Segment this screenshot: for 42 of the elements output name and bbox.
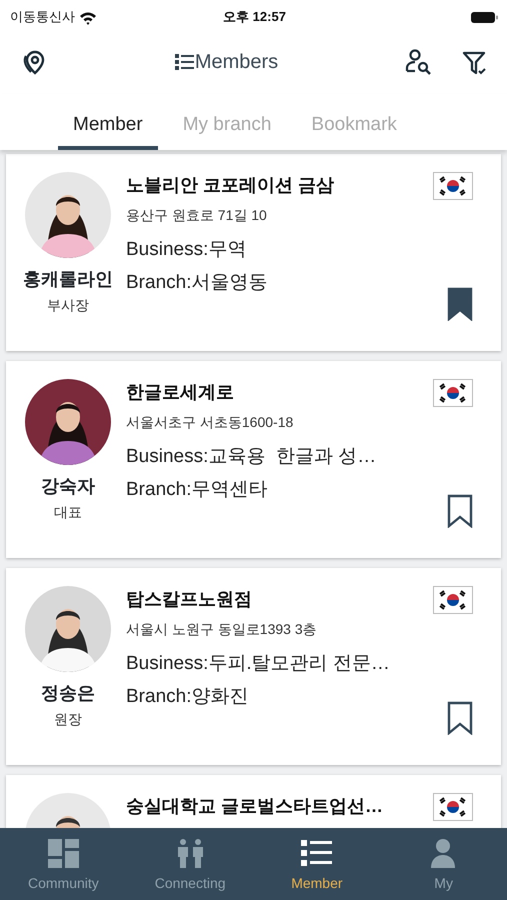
company-name: 노블리안 코포레이션 금삼 (126, 174, 336, 197)
tab[interactable]: My branch (168, 96, 286, 150)
member-position: 대표 (54, 503, 82, 522)
company-name: 숭실대학교 글로벌스타트업선… (126, 795, 384, 818)
list-icon (174, 53, 195, 71)
tab[interactable]: Bookmark (296, 96, 412, 150)
nav-tab[interactable]: Community (0, 828, 127, 900)
business-text: Business:무역 (126, 238, 248, 262)
branch-text: Branch:서울영동 (126, 270, 268, 294)
battery-icon (471, 12, 499, 22)
member-name: 홍캐롤라인 (23, 268, 113, 291)
page-title: Members (194, 50, 278, 75)
flag-icon (433, 172, 473, 200)
branch-text: Branch:양화진 (126, 684, 250, 708)
branch-text: Branch:무역센타 (126, 478, 268, 502)
list-icon (300, 838, 334, 869)
member-name: 정송은 (41, 682, 95, 705)
dashboard-icon (46, 838, 80, 869)
address-text: 서울서초구 서초동1600-18 (126, 413, 294, 432)
address-text: 용산구 원효로 71길 10 (126, 206, 268, 225)
carrier-text: 이동통신사 (10, 8, 75, 26)
bookmark-button[interactable] (447, 287, 473, 321)
bookmark-button[interactable] (447, 494, 473, 528)
filter-icon[interactable] (462, 50, 487, 74)
search-user-icon[interactable] (405, 48, 432, 76)
business-text: Business:두피.탈모관리 전문… (126, 652, 391, 676)
wifi-icon (79, 10, 97, 24)
company-name: 탑스칼프노원점 (126, 588, 253, 611)
business-text: Business:교육용 한글과 성… (126, 445, 378, 469)
nav-tab[interactable]: Connecting (126, 828, 254, 900)
address-text: 서울시 노원구 동일로1393 3층 (126, 620, 318, 639)
flag-icon (433, 379, 473, 407)
bookmark-button[interactable] (447, 701, 473, 735)
member-position: 원장 (54, 710, 82, 729)
member-position: 부사장 (47, 296, 89, 315)
status-time: 오후 12:57 (222, 8, 287, 26)
flag-icon (433, 586, 473, 614)
member-name: 강숙자 (41, 475, 95, 498)
flag-icon (433, 793, 473, 821)
nav-tab[interactable]: My (380, 828, 507, 900)
nav-tab[interactable]: Member (254, 828, 380, 900)
company-name: 한글로세계로 (126, 381, 235, 404)
